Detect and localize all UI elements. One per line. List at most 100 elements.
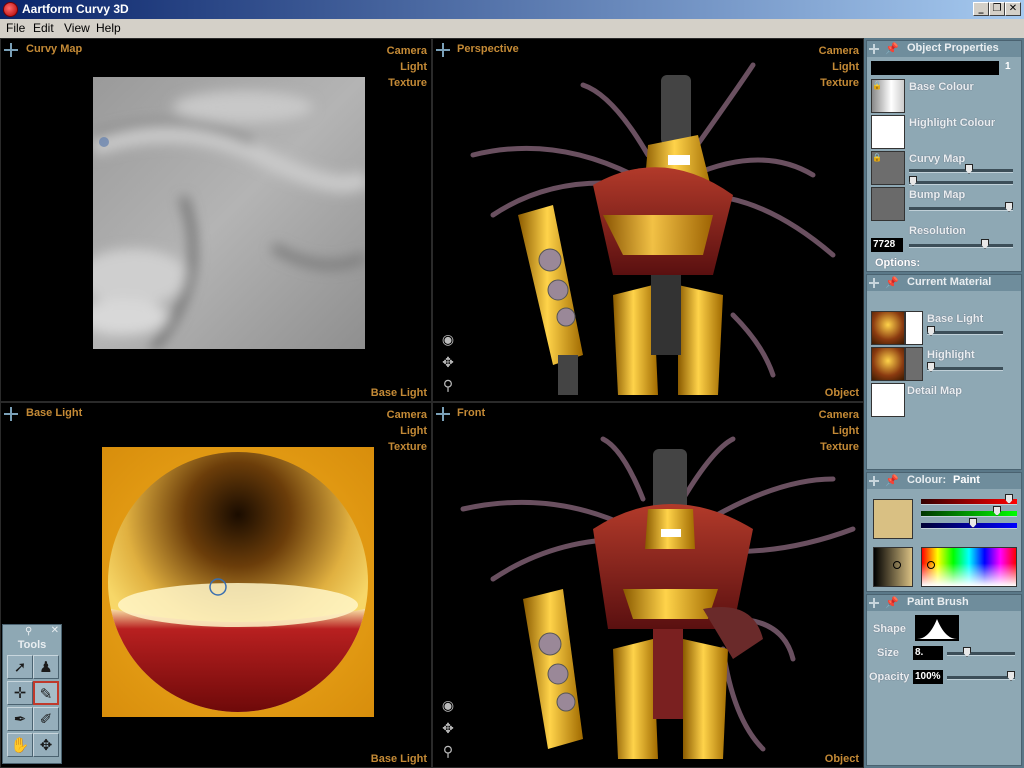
panel-header[interactable]: 📌 Object Properties — [867, 41, 1021, 57]
menu-edit[interactable]: Edit — [33, 21, 54, 35]
highlight-label: Highlight — [927, 349, 975, 361]
orbit-icon[interactable]: ◉ — [438, 330, 458, 350]
base-light-sphere-swatch[interactable] — [871, 311, 905, 345]
viewport-footer[interactable]: Object — [825, 753, 859, 765]
orbit-icon[interactable]: ◉ — [438, 696, 458, 716]
resolution-input[interactable]: 7728 — [871, 238, 903, 252]
curvy-map-viewport[interactable]: Curvy Map Camera Light Texture Base Ligh… — [0, 38, 432, 402]
menu-help[interactable]: Help — [96, 21, 121, 35]
resolution-slider[interactable] — [909, 239, 1013, 249]
close-button[interactable]: ✕ — [1005, 2, 1021, 16]
colour-panel: 📌 Colour: Paint — [866, 472, 1022, 592]
curvy-map-slider-2[interactable] — [909, 176, 1013, 186]
grip-icon[interactable] — [869, 476, 879, 486]
pan-icon[interactable]: ✥ — [438, 353, 458, 373]
panel-header[interactable]: 📌 Current Material — [867, 275, 1021, 291]
pin-icon[interactable]: 📌 — [885, 596, 899, 609]
perspective-viewport[interactable]: Perspective Camera Light Texture ◉ ✥ ⚲ O… — [432, 38, 864, 402]
brush-shape-preview[interactable] — [915, 615, 959, 641]
object-counter: 1 — [1005, 61, 1011, 72]
panel-title: Current Material — [907, 276, 992, 288]
panel-title: Colour: — [907, 474, 947, 486]
viewport-maximize-icon[interactable] — [4, 407, 18, 421]
zoom-icon[interactable]: ⚲ — [438, 742, 458, 762]
sculpt-tool-icon[interactable]: ♟ — [33, 655, 59, 679]
viewport-footer[interactable]: Base Light — [371, 387, 427, 399]
light-option[interactable]: Light — [387, 59, 427, 75]
paint-brush-tool-icon[interactable]: ✎ — [33, 681, 59, 705]
menu-view[interactable]: View — [64, 21, 90, 35]
magnifier-icon[interactable]: ⚲ — [25, 626, 32, 637]
menu-bar: File Edit View Help — [0, 19, 1024, 38]
texture-option[interactable]: Texture — [387, 439, 427, 455]
hue-picker[interactable] — [921, 547, 1017, 587]
close-icon[interactable]: ✕ — [51, 625, 59, 636]
panel-header[interactable]: 📌 Paint Brush — [867, 595, 1021, 611]
camera-option[interactable]: Camera — [387, 407, 427, 423]
grip-icon[interactable] — [869, 278, 879, 288]
base-light-colour-swatch[interactable] — [905, 311, 923, 345]
menu-file[interactable]: File — [6, 21, 25, 35]
grip-icon[interactable] — [869, 44, 879, 54]
select-tool-icon[interactable]: ➚ — [7, 655, 33, 679]
panel-title: Paint Brush — [907, 596, 969, 608]
lock-icon[interactable]: 🔒 — [872, 153, 882, 162]
zoom-icon[interactable]: ⚲ — [438, 376, 458, 396]
lock-icon[interactable]: 🔒 — [872, 81, 882, 90]
blue-slider[interactable] — [921, 518, 1017, 529]
pin-icon[interactable]: 📌 — [885, 474, 899, 487]
object-name-field[interactable] — [871, 61, 999, 75]
curvy-map-texture[interactable] — [93, 77, 365, 349]
base-light-viewport[interactable]: Base Light Camera Light Texture Base Lig… — [0, 402, 432, 768]
shade-picker-cursor-icon — [893, 561, 901, 569]
grip-icon[interactable] — [869, 598, 879, 608]
move-tool-icon[interactable]: ✥ — [33, 733, 59, 757]
eyedropper-tool-icon[interactable]: ✒ — [7, 707, 33, 731]
colour-mode[interactable]: Paint — [953, 474, 980, 486]
robot-model-perspective[interactable] — [433, 55, 864, 401]
texture-option[interactable]: Texture — [387, 75, 427, 91]
viewport-footer[interactable]: Object — [825, 387, 859, 399]
minimize-button[interactable]: _ — [973, 2, 989, 16]
highlight-colour-swatch[interactable] — [905, 347, 923, 381]
hand-tool-icon[interactable]: ✋ — [7, 733, 33, 757]
panel-header[interactable]: 📌 Colour: Paint — [867, 473, 1021, 489]
resolution-label: Resolution — [909, 225, 966, 237]
camera-option[interactable]: Camera — [387, 43, 427, 59]
front-viewport[interactable]: Front Camera Light Texture ◉ ✥ ⚲ Object — [432, 402, 864, 768]
base-light-slider[interactable] — [927, 326, 1003, 336]
pin-icon[interactable]: 📌 — [885, 276, 899, 289]
highlight-colour-swatch[interactable] — [871, 115, 905, 149]
maximize-button[interactable]: ❐ — [989, 2, 1005, 16]
highlight-slider[interactable] — [927, 362, 1003, 372]
highlight-sphere-swatch[interactable] — [871, 347, 905, 381]
green-slider[interactable] — [921, 506, 1017, 517]
hue-picker-cursor-icon — [927, 561, 935, 569]
size-input[interactable]: 8. — [913, 646, 943, 660]
base-light-label: Base Light — [927, 313, 984, 325]
base-colour-label: Base Colour — [909, 81, 974, 93]
pin-icon[interactable]: 📌 — [885, 42, 899, 55]
robot-model-front[interactable] — [433, 419, 864, 767]
size-slider[interactable] — [947, 647, 1015, 657]
opacity-slider[interactable] — [947, 671, 1015, 681]
bump-map-swatch[interactable] — [871, 187, 905, 221]
viewport-title: Front — [457, 407, 486, 419]
add-point-tool-icon[interactable]: ✛ — [7, 681, 33, 705]
pen-tool-icon[interactable]: ✐ — [33, 707, 59, 731]
light-option[interactable]: Light — [387, 423, 427, 439]
base-light-sphere[interactable] — [102, 447, 374, 717]
opacity-input[interactable]: 100% — [913, 670, 943, 684]
options-label[interactable]: Options: — [875, 257, 920, 269]
curvy-map-slider[interactable] — [909, 164, 1013, 174]
viewport-maximize-icon[interactable] — [4, 43, 18, 57]
object-properties-panel: 📌 Object Properties 1 🔒 Base Colour High… — [866, 40, 1022, 272]
current-material-panel: 📌 Current Material Base Light Highlight … — [866, 274, 1022, 470]
red-slider[interactable] — [921, 494, 1017, 505]
detail-map-swatch[interactable] — [871, 383, 905, 417]
viewport-footer[interactable]: Base Light — [371, 753, 427, 765]
current-colour-swatch[interactable] — [873, 499, 913, 539]
pan-icon[interactable]: ✥ — [438, 719, 458, 739]
tools-palette: ⚲ ✕ Tools ➚ ♟ ✛ ✎ ✒ ✐ ✋ ✥ — [2, 624, 62, 764]
bump-map-slider[interactable] — [909, 202, 1013, 212]
